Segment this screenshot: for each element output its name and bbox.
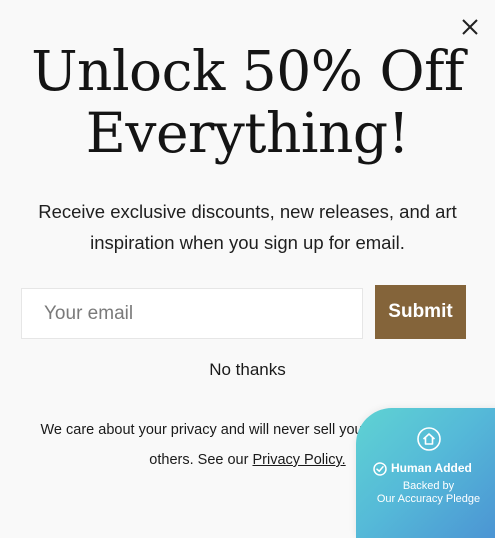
headline: Unlock 50% Off Everything! [31,39,464,165]
no-thanks-link[interactable]: No thanks [0,358,495,382]
badge-subtitle: Backed by Our Accuracy Pledge [356,480,495,506]
accuracy-pledge-badge[interactable]: Human Added Backed by Our Accuracy Pledg… [356,408,495,538]
close-button[interactable] [459,16,481,38]
badge-line-2: Our Accuracy Pledge [376,493,481,505]
check-circle-icon [373,462,387,476]
subtext: Receive exclusive discounts, new release… [38,201,457,253]
badge-title: Human Added [391,461,472,475]
email-input[interactable] [21,288,363,339]
privacy-policy-link[interactable]: Privacy Policy. [252,452,345,468]
house-shield-icon [417,427,441,451]
close-icon[interactable] [459,16,481,38]
submit-button[interactable]: Submit [375,285,466,339]
badge-line-1: Backed by [402,480,455,492]
